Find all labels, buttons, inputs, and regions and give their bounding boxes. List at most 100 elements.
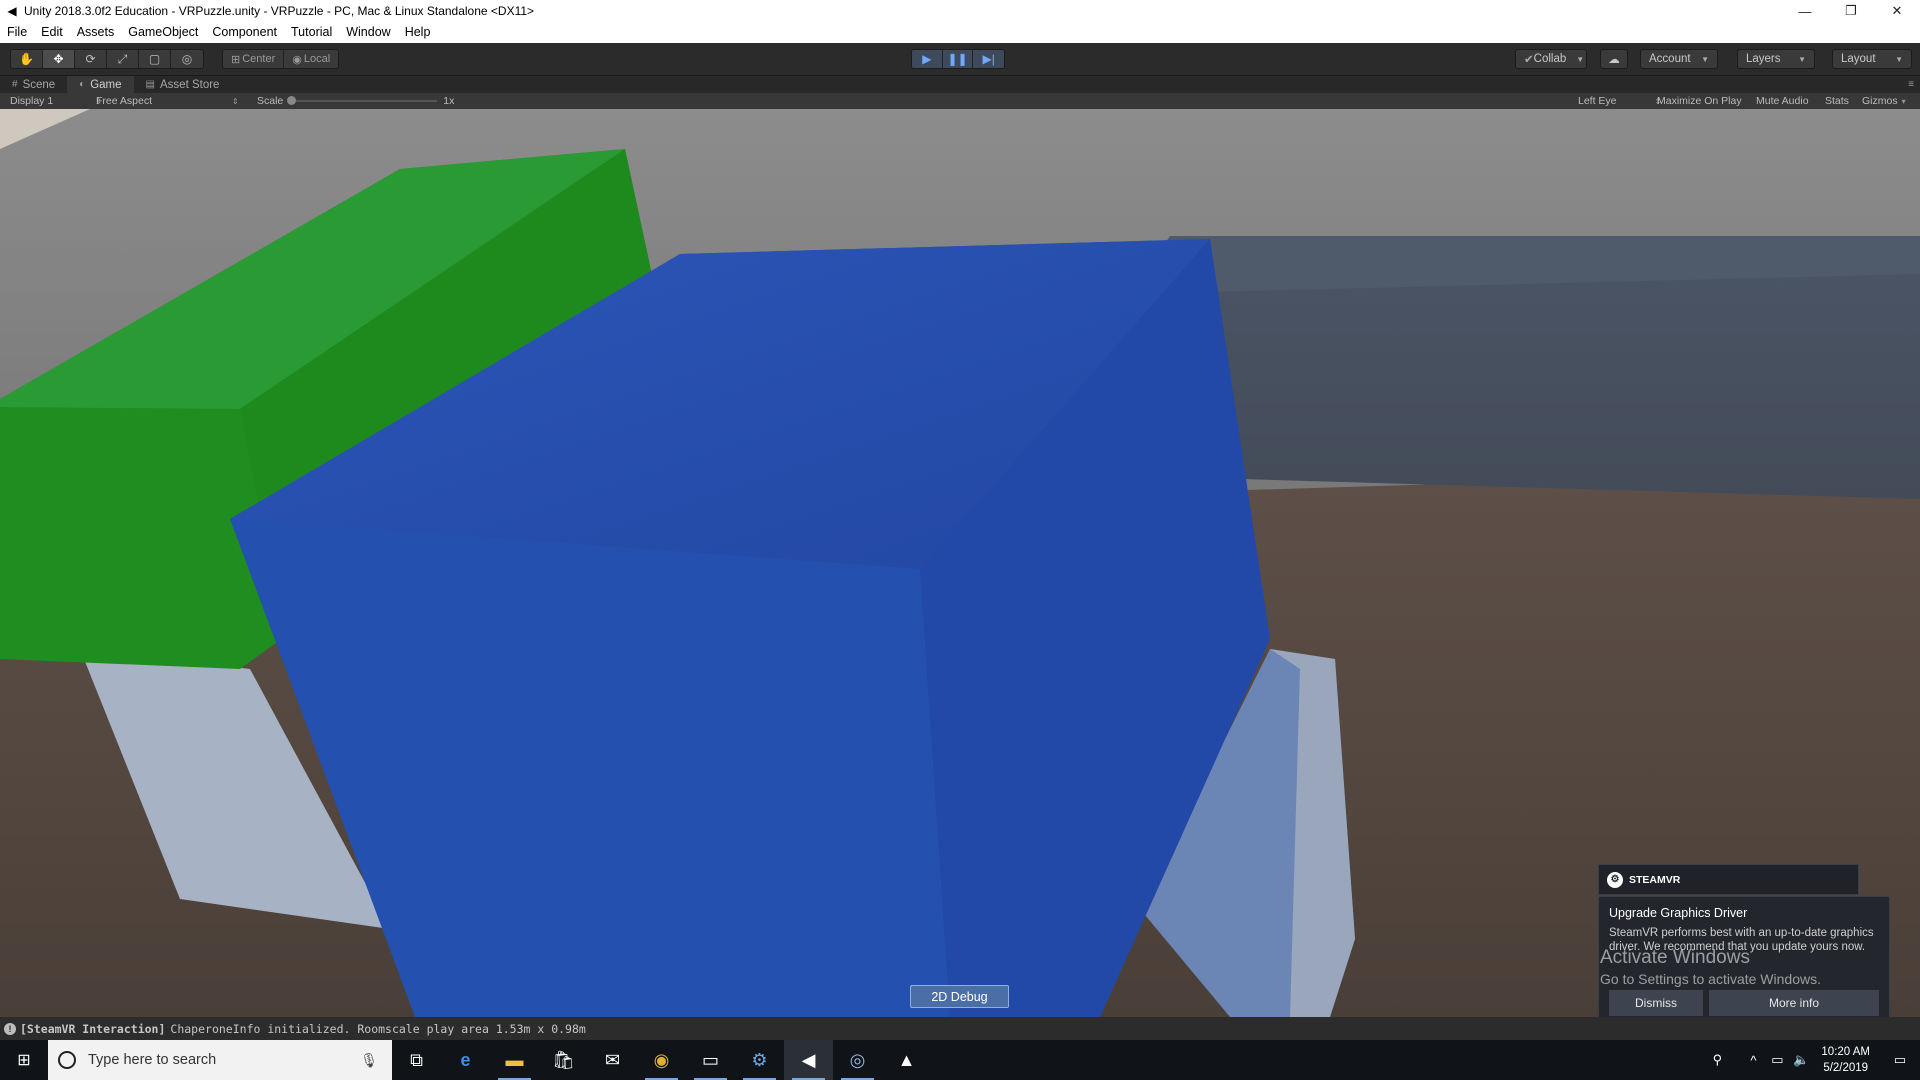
taskbar-edge[interactable]: e bbox=[441, 1040, 490, 1080]
menu-file[interactable]: File bbox=[0, 22, 34, 43]
title-bar: ◀ Unity 2018.3.0f2 Education - VRPuzzle.… bbox=[0, 0, 1920, 22]
menu-assets[interactable]: Assets bbox=[70, 22, 122, 43]
dropdown-arrow-icon: ▾ bbox=[1901, 96, 1906, 106]
menu-help[interactable]: Help bbox=[398, 22, 438, 43]
move-tool-button[interactable]: ✥ bbox=[43, 50, 75, 68]
scale-knob[interactable] bbox=[287, 96, 297, 105]
show-hidden-icons-icon[interactable]: ^ bbox=[1741, 1053, 1765, 1068]
eye-label: Left Eye bbox=[1578, 95, 1617, 107]
steamvr-notification: Upgrade Graphics Driver SteamVR performs… bbox=[1598, 896, 1890, 1020]
stats-label: Stats bbox=[1825, 95, 1849, 107]
scale-track[interactable] bbox=[287, 96, 438, 105]
display-dropdown[interactable]: Display 1 ⇕ bbox=[10, 94, 102, 108]
more-info-button[interactable]: More info bbox=[1709, 990, 1879, 1016]
steamvr-brand: STEAMVR bbox=[1629, 873, 1681, 886]
space-local-toggle[interactable]: ◉ Local bbox=[284, 50, 338, 68]
start-button[interactable]: ⊞ bbox=[0, 1040, 48, 1080]
taskbar-store[interactable]: 🛍 bbox=[539, 1040, 588, 1080]
tab-asset-store-label: Asset Store bbox=[160, 78, 220, 91]
play-button[interactable]: ▶ bbox=[912, 50, 943, 68]
close-button[interactable]: ✕ bbox=[1874, 0, 1920, 22]
tab-menu-icon[interactable]: ≡ bbox=[1908, 79, 1914, 90]
step-button[interactable]: ▶| bbox=[973, 50, 1004, 68]
rotate-tool-button[interactable]: ⟳ bbox=[75, 50, 107, 68]
maximize-on-play-label: Maximize On Play bbox=[1657, 95, 1742, 107]
menu-window[interactable]: Window bbox=[339, 22, 397, 43]
transform-tool-button[interactable]: ◎ bbox=[171, 50, 203, 68]
layout-dropdown[interactable]: Layout ▼ bbox=[1832, 49, 1912, 69]
rotate-icon: ⟳ bbox=[85, 52, 96, 66]
check-icon: ✔ bbox=[1524, 54, 1534, 66]
taskbar-photos[interactable]: ▲ bbox=[882, 1040, 931, 1080]
space-label: Local bbox=[303, 53, 331, 65]
chrome-icon: ◉ bbox=[653, 1049, 670, 1070]
play-controls: ▶ ❚❚ ▶| bbox=[911, 49, 1005, 69]
menu-tutorial[interactable]: Tutorial bbox=[284, 22, 339, 43]
taskbar-oculus[interactable]: ▭ bbox=[686, 1040, 735, 1080]
cloud-button[interactable]: ☁ bbox=[1600, 49, 1628, 69]
scale-slider[interactable]: Scale 1x bbox=[257, 94, 454, 108]
mute-audio-toggle[interactable]: Mute Audio bbox=[1756, 94, 1809, 108]
minimize-button[interactable]: — bbox=[1782, 0, 1828, 22]
pivot-toggles: ⊞ Center ◉ Local bbox=[222, 49, 340, 69]
console-status-bar[interactable]: ! [SteamVR Interaction] ChaperoneInfo in… bbox=[0, 1017, 1920, 1040]
system-tray: ⚲ ^ ▭ 🔈 10:20 AM 5/2/2019 ▭ bbox=[1705, 1040, 1920, 1080]
rect-tool-button[interactable]: ▢ bbox=[139, 50, 171, 68]
2d-debug-button[interactable]: 2D Debug bbox=[910, 985, 1009, 1008]
windows-logo-icon: ⊞ bbox=[17, 1052, 31, 1069]
task-view-button[interactable]: ⧉ bbox=[392, 1040, 441, 1080]
cloud-icon: ☁ bbox=[1608, 54, 1620, 66]
layers-dropdown[interactable]: Layers ▼ bbox=[1737, 49, 1815, 69]
unity-logo-icon: ◀ bbox=[7, 4, 17, 18]
taskbar-mail[interactable]: ✉ bbox=[588, 1040, 637, 1080]
updown-arrow-icon: ⇕ bbox=[232, 96, 239, 106]
tab-game-label: Game bbox=[90, 78, 122, 91]
aspect-dropdown[interactable]: Free Aspect ⇕ bbox=[96, 94, 239, 108]
notification-message: SteamVR performs best with an up-to-date… bbox=[1609, 927, 1874, 953]
photos-icon: ▲ bbox=[897, 1049, 916, 1070]
microphone-icon[interactable]: 🎙 bbox=[360, 1052, 378, 1069]
clock[interactable]: 10:20 AM 5/2/2019 bbox=[1821, 1044, 1870, 1076]
layers-label: Layers bbox=[1746, 53, 1781, 65]
edge-icon: e bbox=[460, 1049, 471, 1070]
unity-icon: ◀ bbox=[801, 1049, 816, 1070]
tab-scene[interactable]: # Scene bbox=[0, 76, 67, 93]
steamvr-icon: ◎ bbox=[849, 1049, 866, 1070]
maximize-on-play-toggle[interactable]: Maximize On Play bbox=[1657, 94, 1742, 108]
taskbar-steam[interactable]: ⚙ bbox=[735, 1040, 784, 1080]
account-dropdown[interactable]: Account ▼ bbox=[1640, 49, 1718, 69]
action-center-icon[interactable]: ▭ bbox=[1880, 1052, 1920, 1068]
people-icon[interactable]: ⚲ bbox=[1705, 1052, 1729, 1068]
eye-dropdown[interactable]: Left Eye ⇕ bbox=[1578, 94, 1661, 108]
tab-asset-store[interactable]: ▤ Asset Store bbox=[134, 76, 232, 93]
taskbar-steamvr[interactable]: ◎ bbox=[833, 1040, 882, 1080]
tab-game[interactable]: ◐ Game bbox=[67, 76, 134, 93]
network-icon[interactable]: ▭ bbox=[1765, 1052, 1789, 1068]
hand-tool-button[interactable]: ✋ bbox=[11, 50, 43, 68]
menu-gameobject[interactable]: GameObject bbox=[121, 22, 205, 43]
taskbar-search[interactable]: Type here to search 🎙 bbox=[48, 1040, 392, 1080]
view-tabs: # Scene ◐ Game ▤ Asset Store ≡ bbox=[0, 76, 1920, 93]
pause-button[interactable]: ❚❚ bbox=[942, 50, 974, 68]
pivot-center-toggle[interactable]: ⊞ Center bbox=[223, 50, 285, 68]
gizmos-dropdown[interactable]: Gizmos ▾ bbox=[1862, 94, 1906, 108]
dropdown-arrow-icon: ▼ bbox=[1895, 54, 1903, 64]
taskbar-unity[interactable]: ◀ bbox=[784, 1040, 833, 1080]
menu-component[interactable]: Component bbox=[205, 22, 284, 43]
local-space-icon: ◉ bbox=[292, 53, 302, 66]
dismiss-button[interactable]: Dismiss bbox=[1609, 990, 1703, 1016]
taskbar-chrome[interactable]: ◉ bbox=[637, 1040, 686, 1080]
windows-taskbar: ⊞ Type here to search 🎙 ⧉ e ▬ 🛍 ✉ ◉ ▭ ⚙ … bbox=[0, 1040, 1920, 1080]
stats-toggle[interactable]: Stats bbox=[1825, 94, 1849, 108]
volume-icon[interactable]: 🔈 bbox=[1789, 1052, 1813, 1068]
main-toolbar: ✋ ✥ ⟳ ⤢ ▢ ◎ ⊞ Center ◉ Local ▶ ❚❚ ▶| ✔ Coll… bbox=[0, 43, 1920, 76]
account-label: Account bbox=[1649, 53, 1691, 65]
dropdown-arrow-icon: ▼ bbox=[1701, 54, 1709, 64]
oculus-icon: ▭ bbox=[701, 1049, 719, 1070]
store-icon: 🛍 bbox=[552, 1049, 575, 1070]
menu-edit[interactable]: Edit bbox=[34, 22, 70, 43]
collab-button[interactable]: ✔ Collab ▼ bbox=[1515, 49, 1587, 69]
maximize-button[interactable]: ❐ bbox=[1828, 0, 1874, 22]
taskbar-file-explorer[interactable]: ▬ bbox=[490, 1040, 539, 1080]
scale-tool-button[interactable]: ⤢ bbox=[107, 50, 139, 68]
